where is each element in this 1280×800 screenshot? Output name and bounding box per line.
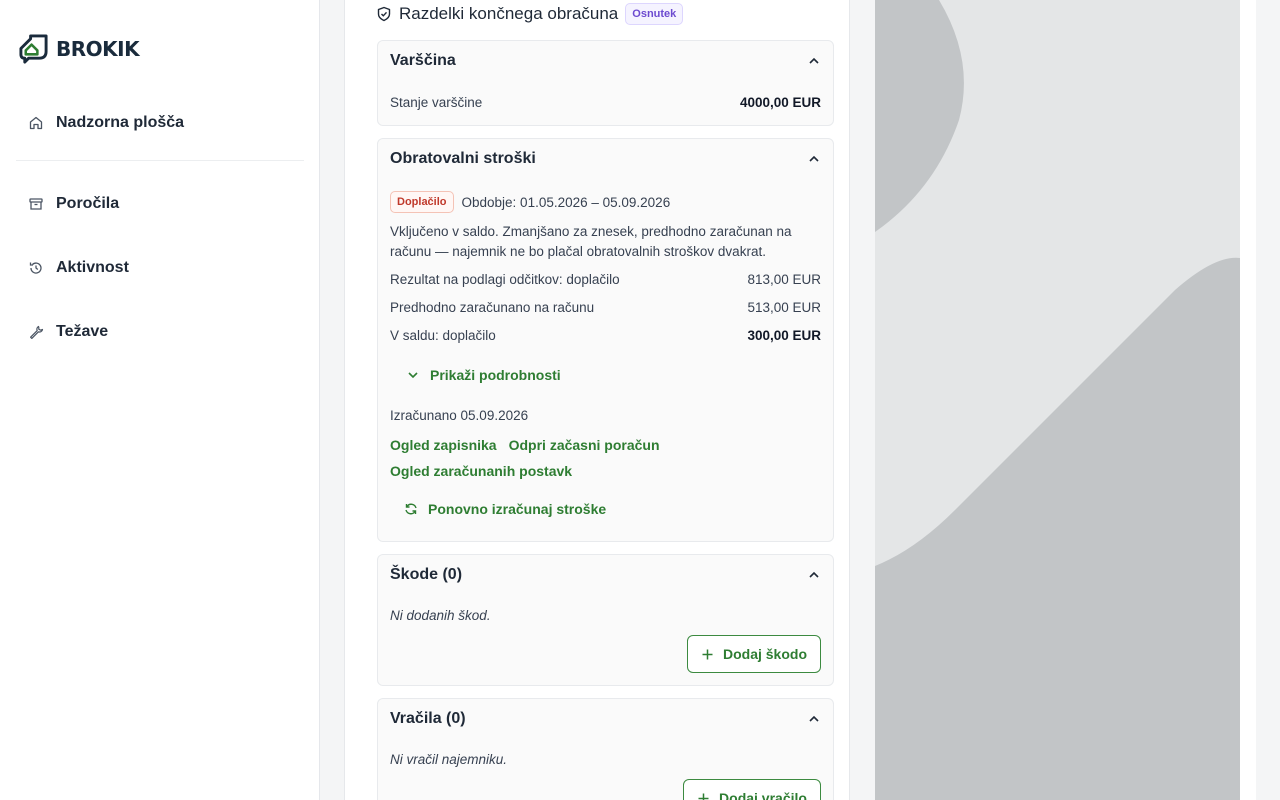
nav-item-label: Nadzorna plošča	[56, 114, 185, 131]
refunds-panel: Vračila (0) Ni vračil najemniku. Dodaj v…	[377, 698, 834, 800]
panel-heading: Vračila (0)	[390, 710, 466, 727]
refresh-icon	[405, 503, 417, 515]
chevron-up-icon[interactable]	[807, 568, 821, 582]
panel-heading: Obratovalni stroški	[390, 150, 536, 167]
view-charged-items-link[interactable]: Ogled zaračunanih postavk	[390, 463, 572, 479]
add-refund-label: Dodaj vračilo	[719, 790, 807, 800]
row-value: 513,00 EUR	[747, 300, 821, 315]
links-line: Ogled zapisnika Odpri začasni poračun	[390, 437, 660, 453]
links-line-2: Ogled zaračunanih postavk	[390, 463, 572, 481]
abstract-shapes-illustration	[875, 0, 1240, 800]
row-label: Stanje varščine	[390, 95, 483, 110]
logo-mark-icon	[19, 34, 48, 64]
row-label: V saldu: doplačilo	[390, 328, 496, 343]
panel-heading: Varščina	[390, 52, 456, 69]
deposit-panel-header[interactable]: Varščina	[390, 52, 821, 70]
archive-icon	[29, 198, 43, 210]
chevron-up-icon[interactable]	[807, 54, 821, 68]
right-panel-edge	[1240, 0, 1256, 800]
cost-row: Predhodno zaračunano na računu 513,00 EU…	[390, 300, 821, 315]
refunds-empty-text: Ni vračil najemniku.	[390, 752, 508, 767]
row-label: Rezultat na podlagi odčitkov: doplačilo	[390, 272, 620, 287]
brand-name: BROKIK	[56, 36, 140, 61]
add-refund-button[interactable]: Dodaj vračilo	[683, 779, 821, 800]
recalculate-label: Ponovno izračunaj stroške	[428, 501, 607, 517]
row-value: 300,00 EUR	[747, 328, 821, 343]
nav-item-dashboard[interactable]: Nadzorna plošča	[28, 114, 184, 132]
period-text: Obdobje: 01.05.2026 – 05.09.2026	[461, 194, 671, 210]
row-label: Predhodno zaračunano na računu	[390, 300, 595, 315]
row-value: 813,00 EUR	[747, 272, 821, 287]
brand-logo[interactable]: BROKIK	[18, 33, 140, 64]
damages-panel: Škode (0) Ni dodanih škod. Dodaj škodo	[377, 554, 834, 686]
show-details-label: Prikaži podrobnosti	[430, 367, 561, 383]
wrench-icon	[30, 325, 44, 339]
nav-item-label: Poročila	[56, 195, 120, 212]
calculated-date: Izračunano 05.09.2026	[390, 408, 529, 423]
damages-empty-text: Ni dodanih škod.	[390, 608, 491, 623]
recalculate-button[interactable]: Ponovno izračunaj stroške	[404, 501, 606, 517]
section-title: Razdelki končnega obračuna	[399, 4, 619, 23]
nav-item-issues[interactable]: Težave	[28, 323, 108, 341]
nav-item-label: Aktivnost	[56, 259, 129, 276]
view-minutes-link[interactable]: Ogled zapisnika	[390, 437, 497, 453]
nav-item-activity[interactable]: Aktivnost	[28, 259, 129, 277]
operating-costs-header[interactable]: Obratovalni stroški	[390, 150, 821, 168]
chevron-up-icon[interactable]	[807, 152, 821, 166]
surcharge-badge: Doplačilo	[390, 191, 454, 213]
open-temp-invoice-link[interactable]: Odpri začasni poračun	[509, 437, 660, 453]
period-line: Doplačilo Obdobje: 01.05.2026 – 05.09.20…	[390, 191, 670, 213]
row-value: 4000,00 EUR	[739, 95, 821, 110]
nav-divider	[16, 160, 304, 161]
cost-row: V saldu: doplačilo 300,00 EUR	[390, 328, 821, 343]
home-icon	[29, 116, 43, 130]
status-badge: Osnutek	[625, 3, 684, 25]
add-damage-label: Dodaj škodo	[722, 646, 807, 662]
operating-costs-panel: Obratovalni stroški Doplačilo Obdobje: 0…	[377, 138, 834, 542]
sidebar: BROKIK Nadzorna plošča Poročila Aktivnos…	[0, 0, 320, 800]
section-header: Razdelki končnega obračuna Osnutek	[376, 3, 684, 25]
nav-item-label: Težave	[56, 323, 109, 340]
chevron-up-icon[interactable]	[807, 712, 821, 726]
cost-row: Rezultat na podlagi odčitkov: doplačilo …	[390, 272, 821, 287]
deposit-balance-row: Stanje varščine 4000,00 EUR	[390, 95, 821, 110]
plus-icon	[702, 649, 713, 659]
decorative-illustration	[875, 0, 1240, 800]
plus-icon	[698, 793, 709, 800]
shield-check-icon	[377, 6, 391, 22]
nav-item-reports[interactable]: Poročila	[28, 195, 119, 213]
damages-header[interactable]: Škode (0)	[390, 566, 821, 584]
operating-costs-note: Vključeno v saldo. Zmanjšano za znesek, …	[390, 224, 792, 259]
show-details-toggle[interactable]: Prikaži podrobnosti	[406, 367, 561, 383]
deposit-panel: Varščina Stanje varščine 4000,00 EUR	[377, 40, 834, 126]
panel-heading: Škode (0)	[390, 566, 463, 583]
chevron-down-icon	[408, 372, 418, 379]
refunds-header[interactable]: Vračila (0)	[390, 710, 821, 728]
history-icon	[29, 262, 42, 274]
add-damage-button[interactable]: Dodaj škodo	[687, 635, 821, 673]
